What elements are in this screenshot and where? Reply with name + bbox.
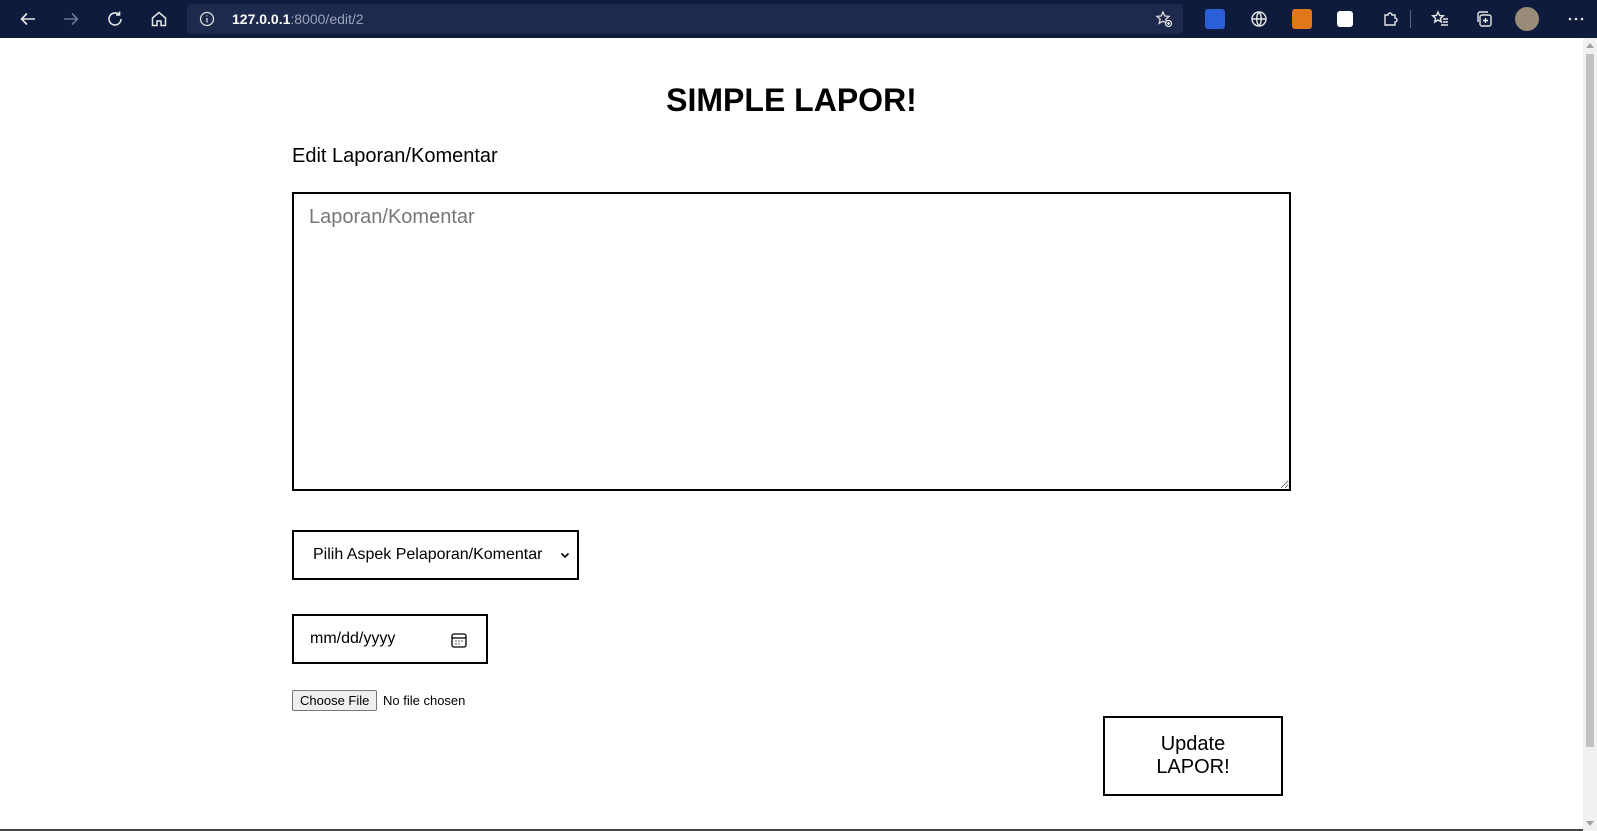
browser-toolbar: 127.0.0.1:8000/edit/2 [0, 0, 1597, 38]
home-icon[interactable] [145, 5, 173, 33]
add-favorite-icon[interactable] [1155, 10, 1173, 28]
aspect-select-value: Pilih Aspek Pelaporan/Komentar [313, 546, 543, 563]
globe-extension-icon[interactable] [1245, 5, 1273, 33]
scroll-up-arrow[interactable] [1586, 43, 1594, 48]
report-textarea[interactable] [292, 192, 1291, 491]
extensions-icon[interactable] [1376, 5, 1404, 33]
submit-label-line1: Update [1160, 733, 1226, 755]
chevron-down-icon [560, 552, 570, 559]
collections-icon[interactable] [1470, 5, 1498, 33]
reload-icon[interactable] [101, 5, 129, 33]
url-text[interactable]: 127.0.0.1:8000/edit/2 [232, 4, 364, 34]
translate-extension-icon[interactable] [1205, 9, 1225, 29]
bitwarden-extension-icon[interactable] [1337, 11, 1353, 27]
info-icon[interactable] [199, 11, 215, 27]
update-lapor-button[interactable]: Update LAPOR! [1103, 716, 1283, 796]
scrollbar-thumb[interactable] [1586, 54, 1594, 747]
form-heading: Edit Laporan/Komentar [292, 145, 498, 167]
calendar-icon[interactable] [450, 631, 468, 649]
date-input[interactable]: mm/dd/yyyy [292, 614, 488, 664]
forward-icon[interactable] [57, 5, 85, 33]
back-icon[interactable] [14, 5, 42, 33]
choose-file-button[interactable]: Choose File [292, 690, 378, 711]
address-bar[interactable]: 127.0.0.1:8000/edit/2 [187, 4, 1183, 34]
submit-label-line2: LAPOR! [1156, 756, 1230, 778]
more-menu-icon[interactable] [1562, 5, 1590, 33]
scroll-down-arrow[interactable] [1586, 821, 1594, 826]
page-scrollbar[interactable] [1583, 38, 1597, 831]
file-status-text: No file chosen [383, 693, 466, 708]
metamask-extension-icon[interactable] [1292, 9, 1312, 29]
aspect-select[interactable]: Pilih Aspek Pelaporan/Komentar [292, 530, 579, 580]
date-placeholder: mm/dd/yyyy [310, 630, 396, 647]
page-title: SIMPLE LAPOR! [666, 82, 917, 118]
profile-avatar[interactable] [1515, 7, 1539, 31]
toolbar-separator [1410, 10, 1411, 28]
favorites-icon[interactable] [1426, 5, 1454, 33]
